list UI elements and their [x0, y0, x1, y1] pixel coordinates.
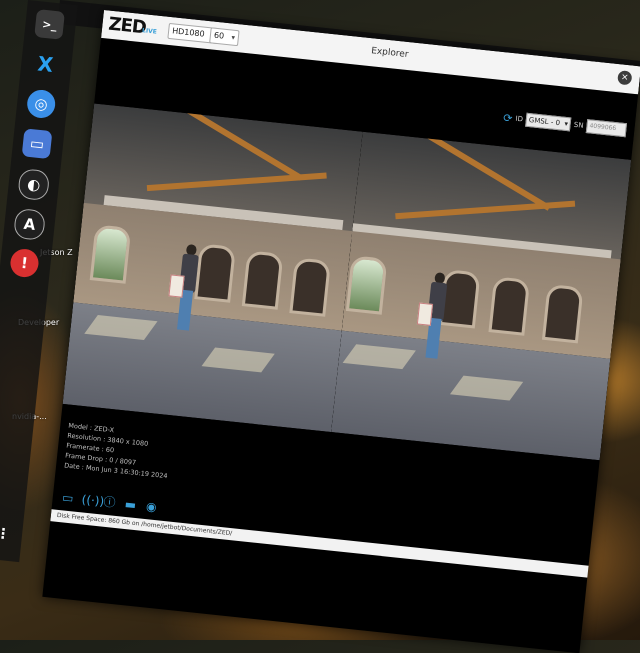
folder-icon[interactable]: ▭	[60, 490, 75, 505]
floor-reflection	[84, 315, 158, 340]
floor-reflection	[201, 347, 275, 373]
sn-label: SN	[573, 120, 584, 130]
zed-logo: ZED	[107, 13, 147, 39]
arch-doorway	[194, 243, 236, 303]
chevron-down-icon: ▾	[231, 33, 236, 42]
floor-reflection	[342, 344, 416, 370]
fps-select[interactable]: 60 ▾	[209, 27, 240, 47]
terminal-icon[interactable]: >_	[34, 9, 65, 40]
svo-record-icon[interactable]: ▬	[123, 497, 138, 512]
stereo-video-view[interactable]	[62, 103, 632, 461]
show-apps-icon[interactable]: ⋮⋮	[0, 518, 11, 549]
chromium-icon[interactable]: ◎	[25, 88, 57, 120]
fps-value: 60	[213, 30, 225, 41]
resolution-value: HD1080	[171, 26, 206, 39]
files-icon[interactable]: ▭	[21, 128, 53, 160]
app-store-icon[interactable]: A	[13, 207, 47, 241]
arch-window	[345, 255, 388, 315]
software-updater-icon[interactable]: !	[9, 247, 40, 279]
obs-icon[interactable]: ◐	[17, 168, 51, 202]
left-camera-view	[62, 103, 363, 433]
arch-doorway	[241, 250, 284, 310]
id-label: ID	[515, 114, 524, 124]
arch-doorway	[541, 283, 584, 344]
camera-id-value: GMSL - 0	[528, 116, 561, 128]
zed-logo-sub: LIVE	[141, 27, 158, 36]
camera-info-panel: Model : ZED-X Resolution : 3840 x 1080 F…	[64, 421, 173, 482]
tote-bag	[168, 274, 185, 298]
status-bar: Disk Free Space: 860 Gb on /home/jetbot/…	[50, 509, 595, 579]
zed-explorer-window: ZED LIVE HD1080 ▾ 60 ▾ Explorer × ⟳ ID G…	[42, 10, 640, 653]
stream-icon[interactable]: ((·))	[81, 492, 105, 508]
info-icon[interactable]: ⓘ	[102, 495, 117, 510]
tote-bag	[416, 302, 434, 326]
chevron-down-icon: ▾	[564, 119, 569, 129]
refresh-icon[interactable]: ⟳	[503, 111, 514, 125]
close-button[interactable]: ×	[617, 70, 633, 86]
window-title: Explorer	[370, 46, 409, 61]
right-camera-view	[331, 131, 632, 461]
arch-doorway	[488, 276, 531, 336]
vscode-icon[interactable]: X	[30, 49, 61, 80]
floor-reflection	[449, 375, 524, 401]
arch-doorway	[289, 257, 331, 317]
arch-window	[89, 224, 132, 284]
snapshot-icon[interactable]: ◉	[144, 499, 159, 514]
disk-space-text: Disk Free Space: 860 Gb on /home/jetbot/…	[56, 511, 233, 538]
